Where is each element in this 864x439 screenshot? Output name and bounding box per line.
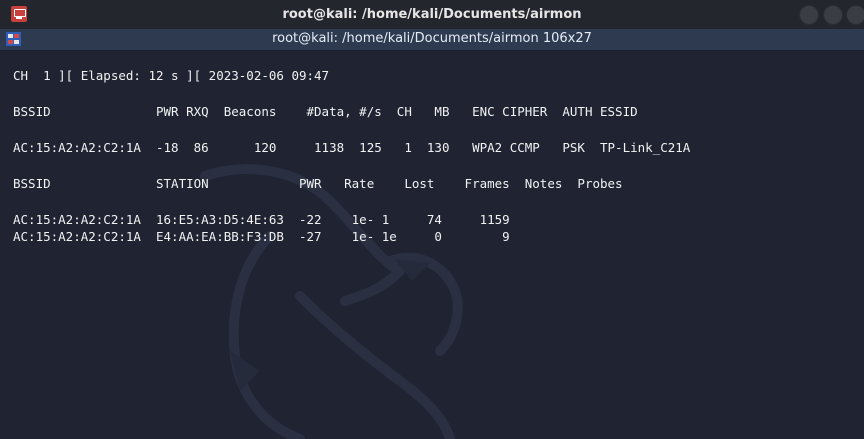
access-point-row: AC:15:A2:A2:C2:1A -18 86 120 1138 125 1 …	[13, 140, 691, 155]
window-titlebar: root@kali: /home/kali/Documents/airmon	[0, 0, 864, 30]
access-point-table-header: BSSID PWR RXQ Beacons #Data, #/s CH MB E…	[13, 104, 638, 119]
airodump-status-line: CH 1 ][ Elapsed: 12 s ][ 2023-02-06 09:4…	[13, 68, 330, 83]
station-row: AC:15:A2:A2:C2:1A 16:E5:A3:D5:4E:63 -22 …	[13, 212, 510, 227]
maximize-icon[interactable]	[823, 5, 843, 25]
station-table-header: BSSID STATION PWR Rate Lost Frames Notes…	[13, 176, 623, 191]
terminal-output[interactable]: CH 1 ][ Elapsed: 12 s ][ 2023-02-06 09:4…	[0, 51, 864, 439]
terminal-tab-title: root@kali: /home/kali/Documents/airmon 1…	[272, 31, 592, 46]
station-row: AC:15:A2:A2:C2:1A E4:AA:EA:BB:F3:DB -27 …	[13, 229, 510, 244]
terminal-tab-bar: root@kali: /home/kali/Documents/airmon 1…	[0, 29, 864, 51]
minimize-icon[interactable]	[799, 5, 819, 25]
window-title: root@kali: /home/kali/Documents/airmon	[282, 7, 582, 22]
close-icon[interactable]	[846, 5, 864, 25]
